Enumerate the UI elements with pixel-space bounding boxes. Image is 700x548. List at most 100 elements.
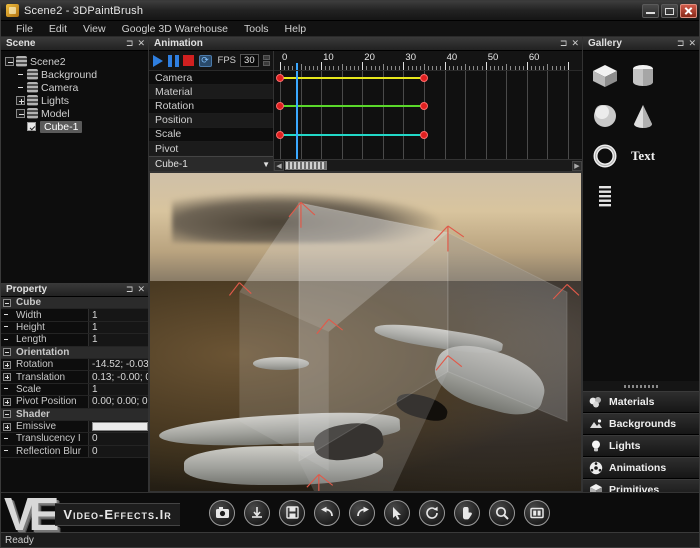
property-value[interactable]: 1 bbox=[88, 321, 148, 334]
menu-view[interactable]: View bbox=[76, 22, 113, 36]
menu-tools[interactable]: Tools bbox=[237, 22, 276, 36]
zoom-tool-button[interactable] bbox=[489, 499, 515, 526]
property-row-translation[interactable]: Translation 0.13; -0.00; 0.02 bbox=[1, 371, 148, 384]
gallery-close-icon[interactable]: ✕ bbox=[688, 39, 696, 48]
property-row-rotation[interactable]: Rotation -14.52; -0.03; 0. bbox=[1, 358, 148, 372]
timeline-hscrollbar[interactable]: ◀ ▶ bbox=[274, 159, 582, 172]
fps-stepper[interactable] bbox=[263, 55, 271, 66]
menu-edit[interactable]: Edit bbox=[42, 22, 74, 36]
animation-object-selector[interactable]: Cube-1 ▼ bbox=[149, 156, 273, 172]
keyframe-track-line[interactable] bbox=[280, 133, 424, 136]
expander-icon[interactable] bbox=[16, 96, 25, 105]
property-row-height[interactable]: Height 1 bbox=[1, 321, 148, 335]
menu-google-3d-warehouse[interactable]: Google 3D Warehouse bbox=[115, 22, 235, 36]
property-pin-icon[interactable]: ⊐ bbox=[126, 285, 134, 294]
keyframe-track-line[interactable] bbox=[280, 105, 424, 108]
keyframe-marker[interactable] bbox=[276, 102, 284, 111]
manipulator-gizmo[interactable] bbox=[150, 173, 581, 491]
tree-node-cube-1[interactable]: Cube-1 bbox=[5, 120, 148, 133]
scroll-left-icon[interactable]: ◀ bbox=[274, 160, 284, 171]
undo-button[interactable] bbox=[314, 499, 340, 526]
expander-icon[interactable] bbox=[16, 109, 25, 118]
pause-button[interactable] bbox=[167, 54, 180, 67]
property-value[interactable]: 0.00; 0.00; 0.50 bbox=[88, 396, 148, 408]
expander-icon[interactable] bbox=[3, 397, 11, 406]
gallery-pin-icon[interactable]: ⊐ bbox=[677, 39, 685, 48]
maximize-button[interactable] bbox=[661, 3, 678, 18]
timeline-canvas[interactable] bbox=[274, 71, 582, 160]
property-value[interactable] bbox=[88, 420, 148, 433]
menu-file[interactable]: File bbox=[9, 22, 40, 36]
gallery-item-cube[interactable] bbox=[589, 61, 621, 91]
scene-pin-icon[interactable]: ⊐ bbox=[126, 39, 134, 48]
import-button[interactable] bbox=[244, 499, 270, 526]
timeline-ruler[interactable]: 0 10 20 30 40 50 60 bbox=[274, 51, 582, 71]
track-row-scale[interactable]: Scale bbox=[149, 128, 273, 142]
property-row-length[interactable]: Length 1 bbox=[1, 334, 148, 347]
gallery-item-text[interactable]: Text bbox=[627, 141, 659, 171]
rotate-tool-button[interactable] bbox=[419, 499, 445, 526]
playhead[interactable] bbox=[296, 63, 299, 70]
emissive-color-swatch[interactable] bbox=[92, 422, 148, 432]
dock-splitter-handle[interactable] bbox=[583, 381, 699, 391]
playhead[interactable] bbox=[296, 71, 299, 160]
property-value[interactable]: 0 bbox=[88, 433, 148, 445]
3d-viewport[interactable] bbox=[149, 172, 582, 492]
keyframe-marker[interactable] bbox=[276, 130, 284, 139]
select-tool-button[interactable] bbox=[384, 499, 410, 526]
gallery-item-torus[interactable] bbox=[589, 141, 621, 171]
move-tool-button[interactable] bbox=[454, 499, 480, 526]
loop-toggle-button[interactable]: ⟳ bbox=[198, 54, 212, 67]
keyframe-marker[interactable] bbox=[420, 130, 428, 139]
track-row-material[interactable]: Material bbox=[149, 85, 273, 100]
expander-icon[interactable] bbox=[3, 422, 11, 431]
keyframe-track-line[interactable] bbox=[280, 77, 424, 79]
tree-node-lights[interactable]: Lights bbox=[5, 94, 148, 107]
property-row-width[interactable]: Width 1 bbox=[1, 309, 148, 322]
animation-close-icon[interactable]: ✕ bbox=[571, 39, 579, 48]
tree-node-camera[interactable]: Camera bbox=[5, 81, 148, 94]
track-row-position[interactable]: Position bbox=[149, 113, 273, 128]
fps-input[interactable]: 30 bbox=[240, 54, 260, 67]
property-row-reflection-blur[interactable]: Reflection Blur 0 bbox=[1, 445, 148, 459]
property-value[interactable]: 1 bbox=[88, 309, 148, 321]
scene-close-icon[interactable]: ✕ bbox=[137, 39, 145, 48]
property-value[interactable]: -14.52; -0.03; 0. bbox=[88, 358, 148, 371]
dock-button-animations[interactable]: Animations bbox=[583, 457, 699, 479]
dock-button-materials[interactable]: Materials bbox=[583, 391, 699, 413]
visibility-checkbox[interactable] bbox=[27, 122, 36, 131]
save-button[interactable] bbox=[279, 499, 305, 526]
animation-pin-icon[interactable]: ⊐ bbox=[560, 39, 568, 48]
property-group-orientation[interactable]: Orientation bbox=[1, 346, 148, 359]
keyframe-marker[interactable] bbox=[276, 74, 284, 82]
gallery-item-cylinder[interactable] bbox=[627, 61, 659, 91]
track-row-rotation[interactable]: Rotation bbox=[149, 99, 273, 114]
gallery-item-cone[interactable] bbox=[627, 101, 659, 131]
expander-icon[interactable] bbox=[3, 360, 11, 369]
tree-node-scene2[interactable]: Scene2 bbox=[5, 55, 148, 68]
scrollbar-thumb[interactable] bbox=[285, 161, 327, 171]
minimize-button[interactable] bbox=[642, 3, 659, 18]
new-scene-button[interactable] bbox=[209, 499, 235, 526]
property-row-pivot-position[interactable]: Pivot Position 0.00; 0.00; 0.50 bbox=[1, 396, 148, 409]
close-button[interactable] bbox=[680, 3, 697, 18]
property-group-cube[interactable]: Cube bbox=[1, 297, 148, 310]
dock-button-lights[interactable]: Lights bbox=[583, 435, 699, 457]
property-value[interactable]: 0 bbox=[88, 445, 148, 458]
property-row-emissive[interactable]: Emissive bbox=[1, 420, 148, 434]
property-row-translucency[interactable]: Translucency I 0 bbox=[1, 433, 148, 446]
scroll-right-icon[interactable]: ▶ bbox=[572, 160, 582, 171]
property-value[interactable]: 1 bbox=[88, 383, 148, 396]
play-button[interactable] bbox=[152, 54, 164, 67]
property-value[interactable]: 0.13; -0.00; 0.02 bbox=[88, 371, 148, 383]
menu-help[interactable]: Help bbox=[278, 22, 314, 36]
keyframe-marker[interactable] bbox=[420, 102, 428, 111]
expander-icon[interactable] bbox=[5, 57, 14, 66]
expander-icon[interactable] bbox=[3, 348, 11, 357]
scene-tree[interactable]: Scene2 Background Camera Lights Model Cu… bbox=[1, 51, 148, 283]
dock-button-backgrounds[interactable]: Backgrounds bbox=[583, 413, 699, 435]
property-row-scale[interactable]: Scale 1 bbox=[1, 383, 148, 397]
property-value[interactable]: 1 bbox=[88, 334, 148, 346]
tree-node-model[interactable]: Model bbox=[5, 107, 148, 120]
property-close-icon[interactable]: ✕ bbox=[137, 285, 145, 294]
